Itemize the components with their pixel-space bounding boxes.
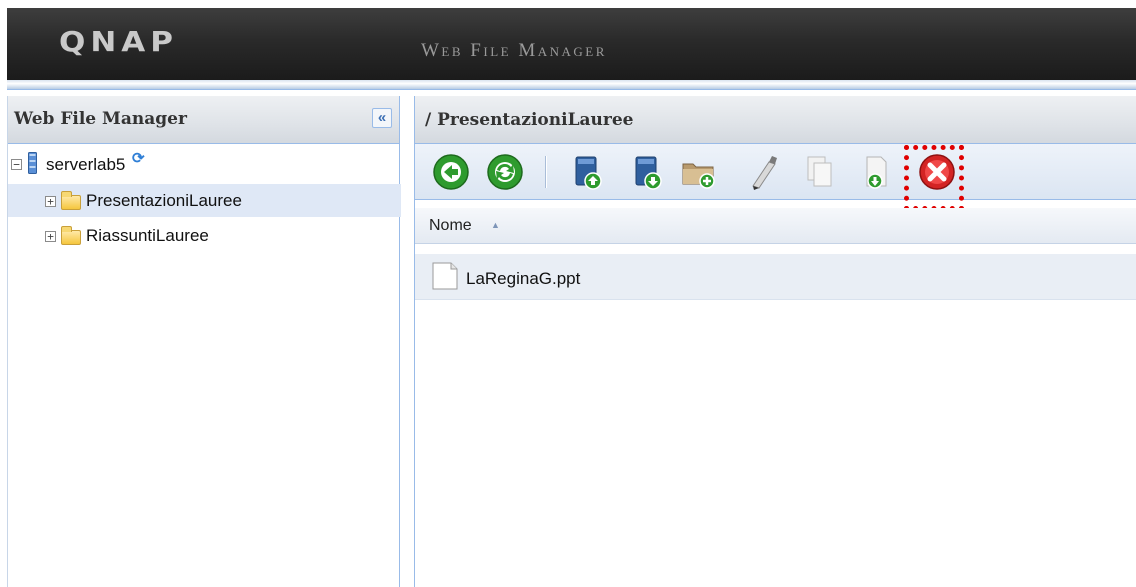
- new-folder-button[interactable]: [679, 152, 719, 192]
- toolbar: [415, 144, 1136, 200]
- path-header: / PresentazioniLauree: [415, 96, 1136, 144]
- server-icon: [28, 152, 37, 174]
- server-label: serverlab5: [46, 155, 126, 174]
- tree-item-label: PresentazioniLauree: [86, 191, 242, 210]
- refresh-tree-icon[interactable]: ⟳: [132, 149, 145, 167]
- tree-root-node[interactable]: − serverlab5 ⟳: [8, 148, 401, 181]
- banner-divider: [7, 80, 1136, 90]
- refresh-icon: [487, 154, 523, 190]
- rename-button[interactable]: [745, 152, 785, 192]
- file-list-panel: / PresentazioniLauree Nome ▲ LaReginaG.p…: [414, 96, 1136, 587]
- new-folder-icon: [682, 163, 715, 189]
- panel-header: Web File Manager «: [8, 96, 399, 144]
- document-icon: [431, 261, 459, 291]
- rename-icon: [752, 156, 777, 190]
- copy-icon: [807, 156, 832, 187]
- back-button[interactable]: [431, 152, 471, 192]
- app-title: Web File Manager: [421, 40, 607, 61]
- refresh-button[interactable]: [485, 152, 525, 192]
- column-name-label: Nome: [429, 217, 472, 234]
- folder-icon: [61, 226, 81, 245]
- expand-toggle[interactable]: +: [45, 196, 56, 207]
- file-name: LaReginaG.ppt: [466, 269, 581, 288]
- download-button[interactable]: [627, 152, 667, 192]
- move-icon: [866, 156, 887, 189]
- expand-toggle[interactable]: +: [45, 231, 56, 242]
- sort-ascending-icon: ▲: [491, 220, 500, 230]
- toolbar-separator: [545, 156, 547, 188]
- tree-item-presentazionilauree[interactable]: + PresentazioniLauree: [8, 184, 401, 217]
- upload-button[interactable]: [567, 152, 607, 192]
- tree-item-label: RiassuntiLauree: [86, 226, 209, 245]
- collapse-panel-button[interactable]: «: [372, 108, 392, 128]
- qnap-logo: QNAP: [59, 26, 179, 59]
- delete-highlight-marker: [904, 145, 964, 211]
- column-header-name[interactable]: Nome ▲: [415, 208, 1136, 244]
- tree-item-riassuntilauree[interactable]: + RiassuntiLauree: [8, 220, 401, 253]
- panel-title: Web File Manager: [14, 109, 187, 129]
- move-button[interactable]: [855, 152, 895, 192]
- back-icon: [433, 154, 469, 190]
- file-row[interactable]: LaReginaG.ppt: [415, 254, 1136, 300]
- folder-icon: [61, 191, 81, 210]
- upload-icon: [575, 156, 602, 190]
- copy-button[interactable]: [799, 152, 839, 192]
- collapse-toggle[interactable]: −: [11, 159, 22, 170]
- current-path: / PresentazioniLauree: [425, 110, 634, 130]
- download-icon: [635, 156, 662, 190]
- app-banner: QNAP Web File Manager: [7, 8, 1136, 80]
- folder-tree-panel: Web File Manager « − serverlab5 ⟳ + Pres…: [7, 96, 401, 587]
